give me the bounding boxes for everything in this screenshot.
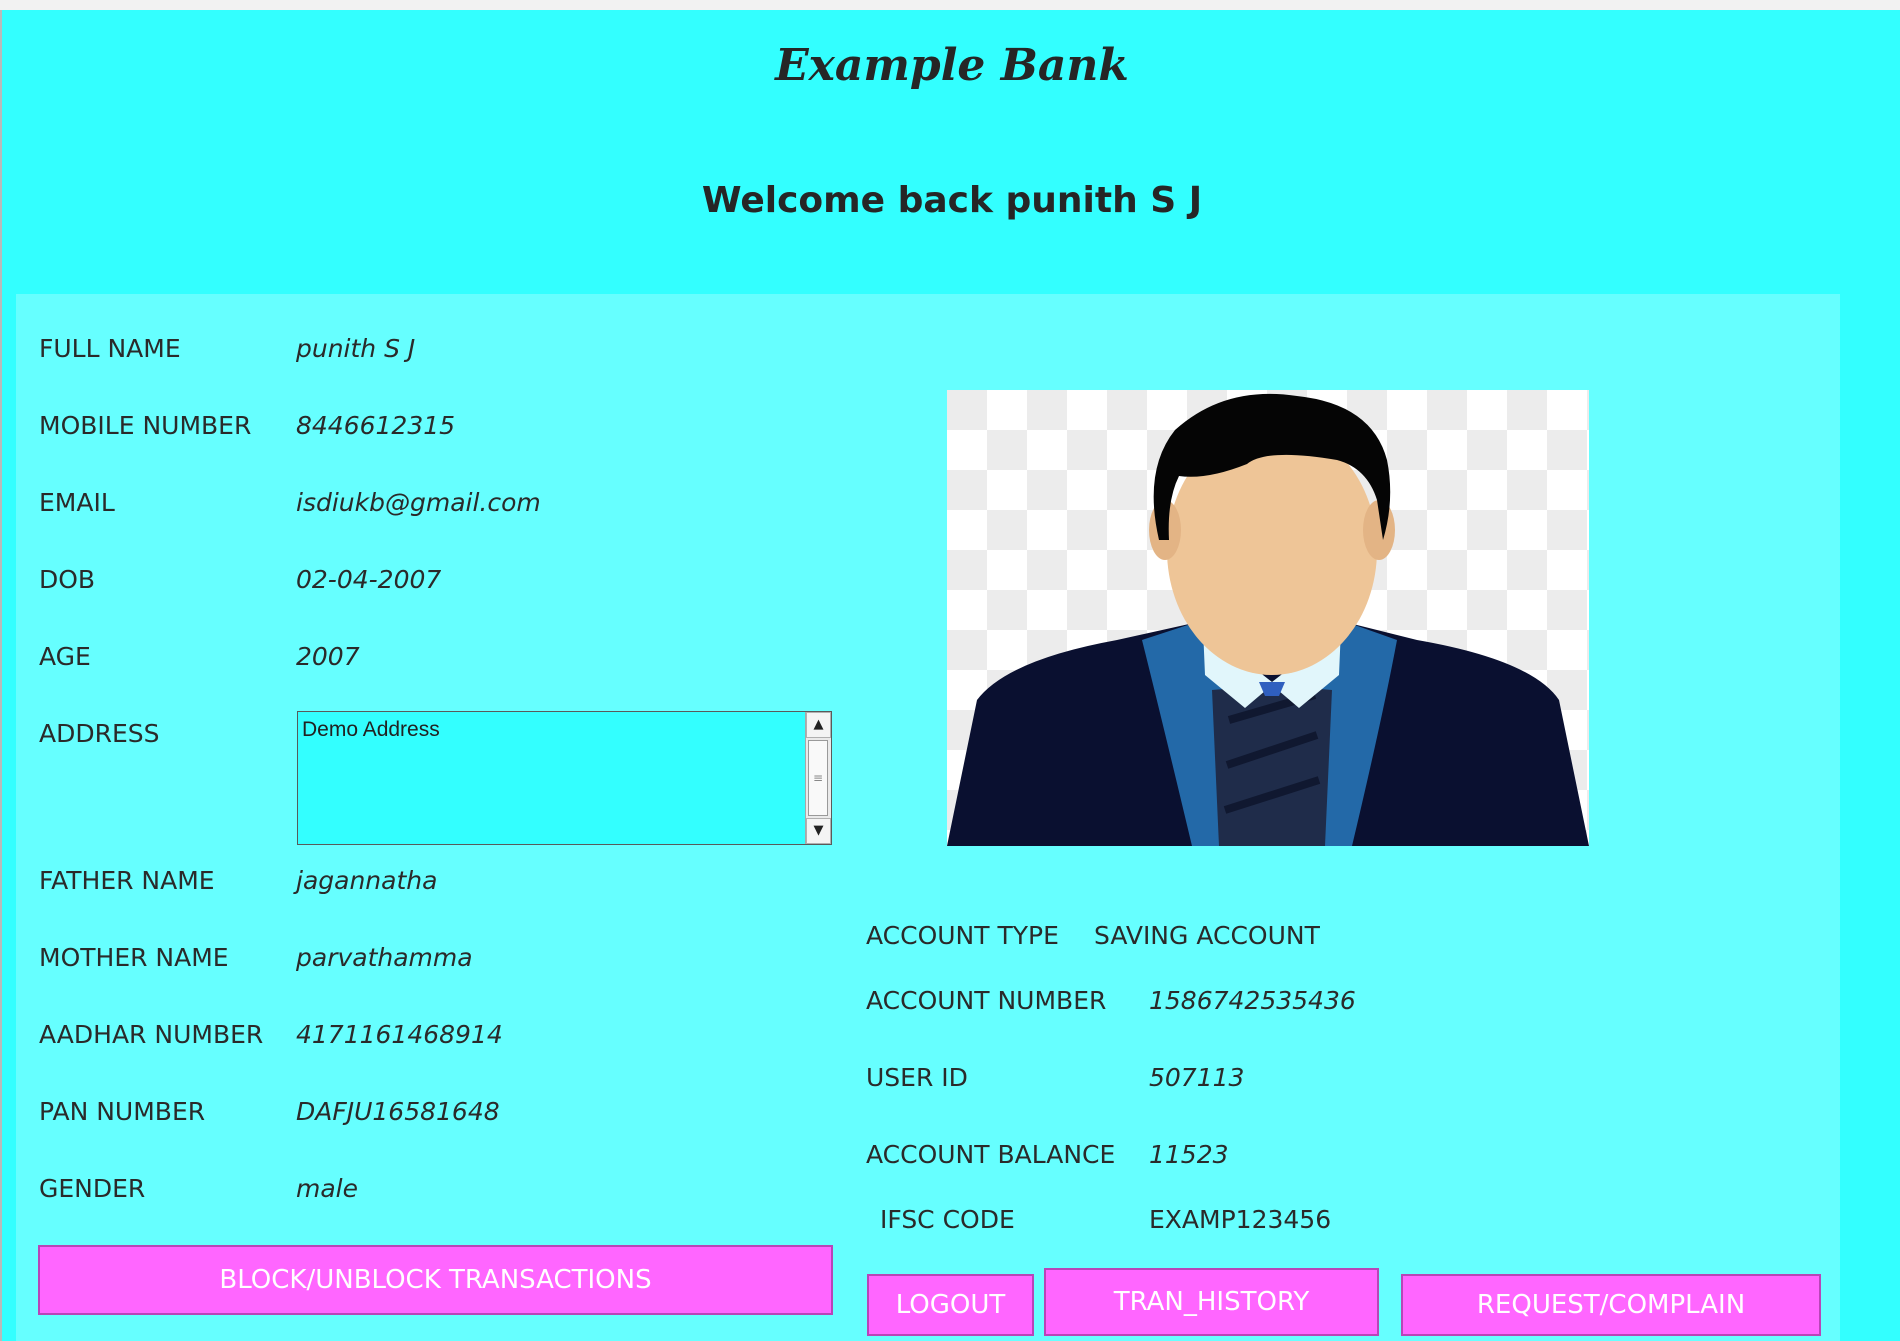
- user-id-value: 507113: [1149, 1063, 1245, 1092]
- email-value: isdiukb@gmail.com: [296, 488, 541, 517]
- arrow-down-icon[interactable]: ▼: [806, 818, 831, 844]
- profile-panel: FULL NAME punith S J MOBILE NUMBER 84466…: [16, 294, 1840, 1341]
- gender-label: GENDER: [39, 1174, 146, 1203]
- pan-value: DAFJU16581648: [296, 1097, 500, 1126]
- welcome-message: Welcome back punith S J: [701, 180, 1203, 221]
- address-textarea[interactable]: Demo Address ▲ ≡ ▼: [297, 711, 832, 845]
- app-window: Example Bank Welcome back punith S J FUL…: [0, 10, 1900, 1341]
- user-id-label: USER ID: [866, 1063, 968, 1092]
- account-number-value: 1586742535436: [1149, 986, 1356, 1015]
- full-name-value: punith S J: [296, 334, 416, 363]
- email-label: EMAIL: [39, 488, 115, 517]
- account-number-label: ACCOUNT NUMBER: [866, 986, 1107, 1015]
- arrow-up-icon[interactable]: ▲: [806, 712, 831, 738]
- full-name-label: FULL NAME: [39, 334, 181, 363]
- age-label: AGE: [39, 642, 91, 671]
- father-name-label: FATHER NAME: [39, 866, 215, 895]
- age-value: 2007: [296, 642, 360, 671]
- dob-label: DOB: [39, 565, 96, 594]
- account-balance-label: ACCOUNT BALANCE: [866, 1140, 1116, 1169]
- gender-value: male: [296, 1174, 358, 1203]
- account-type-label: ACCOUNT TYPE: [866, 921, 1059, 950]
- request-complain-button[interactable]: REQUEST/COMPLAIN: [1401, 1274, 1821, 1336]
- transaction-history-button[interactable]: TRAN_HISTORY: [1044, 1268, 1379, 1336]
- ifsc-value: EXAMP123456: [1149, 1205, 1332, 1234]
- pan-label: PAN NUMBER: [39, 1097, 206, 1126]
- account-balance-value: 11523: [1149, 1140, 1229, 1169]
- aadhar-label: AADHAR NUMBER: [39, 1020, 264, 1049]
- mobile-value: 8446612315: [296, 411, 456, 440]
- scroll-thumb[interactable]: ≡: [808, 740, 828, 816]
- logout-button[interactable]: LOGOUT: [867, 1274, 1034, 1336]
- dob-value: 02-04-2007: [296, 565, 442, 594]
- address-text: Demo Address: [302, 718, 440, 741]
- mother-name-value: parvathamma: [296, 943, 473, 972]
- mobile-label: MOBILE NUMBER: [39, 411, 252, 440]
- aadhar-value: 4171161468914: [296, 1020, 503, 1049]
- address-scrollbar[interactable]: ▲ ≡ ▼: [805, 712, 831, 844]
- father-name-value: jagannatha: [296, 866, 438, 895]
- account-type-value: SAVING ACCOUNT: [1094, 921, 1320, 950]
- address-label: ADDRESS: [39, 719, 160, 748]
- block-unblock-button[interactable]: BLOCK/UNBLOCK TRANSACTIONS: [38, 1245, 833, 1315]
- user-avatar-icon: [947, 390, 1589, 846]
- ifsc-label: IFSC CODE: [880, 1205, 1015, 1234]
- mother-name-label: MOTHER NAME: [39, 943, 229, 972]
- bank-title: Example Bank: [775, 40, 1129, 91]
